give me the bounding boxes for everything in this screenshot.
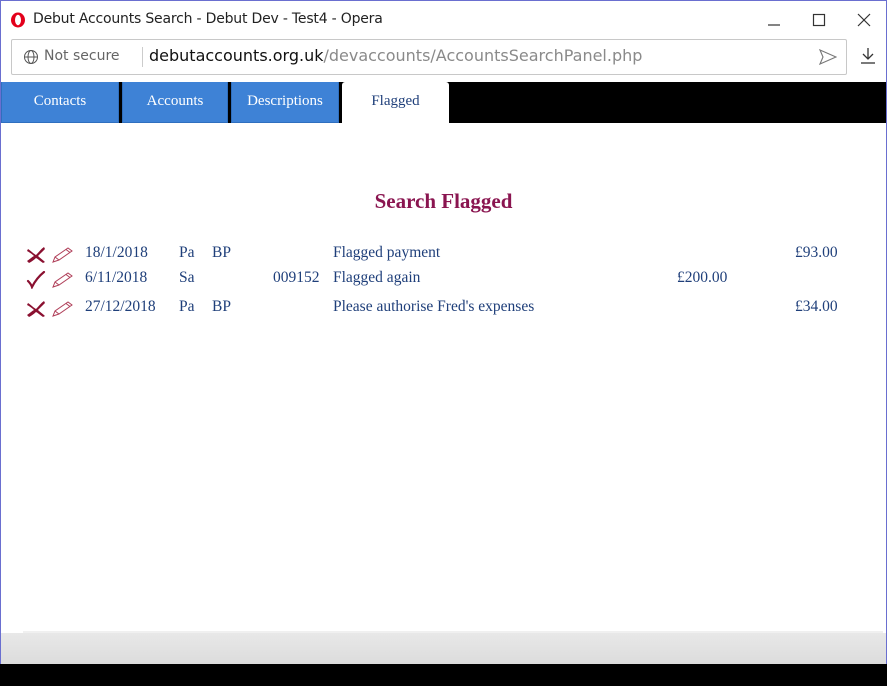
title-bar: Debut Accounts Search - Debut Dev - Test… xyxy=(1,1,886,39)
flagged-row: 27/12/2018 Pa BP Please authorise Fred's… xyxy=(1,298,886,320)
tab-contacts[interactable]: Contacts xyxy=(1,82,119,123)
maximize-button[interactable] xyxy=(796,1,842,39)
tab-flagged[interactable]: Flagged xyxy=(342,82,449,123)
tab-descriptions[interactable]: Descriptions xyxy=(231,82,339,123)
row-amount-out: £34.00 xyxy=(795,298,838,315)
row-type: Pa xyxy=(179,298,195,315)
row-code: BP xyxy=(212,298,231,315)
row-description: Please authorise Fred's expenses xyxy=(333,298,535,315)
pencil-icon[interactable] xyxy=(49,246,77,264)
address-bar: Not secure debutaccounts.org.uk/devaccou… xyxy=(1,39,886,81)
url-domain: debutaccounts.org.uk xyxy=(149,46,324,65)
browser-window: Debut Accounts Search - Debut Dev - Test… xyxy=(0,0,887,664)
row-description: Flagged payment xyxy=(333,244,441,261)
security-label[interactable]: Not secure xyxy=(44,48,120,64)
x-icon[interactable] xyxy=(26,300,46,318)
tab-bar: Contacts Accounts Descriptions Flagged xyxy=(1,82,886,123)
tab-accounts[interactable]: Accounts xyxy=(122,82,228,123)
x-icon[interactable] xyxy=(26,246,46,264)
flagged-row: 6/11/2018 Sa 009152 Flagged again £200.0… xyxy=(1,269,886,291)
main-content: Search Flagged 18/1/2018 Pa BP Flagged p… xyxy=(1,123,886,633)
row-date: 27/12/2018 xyxy=(85,298,156,315)
url-path: /devaccounts/AccountsSearchPanel.php xyxy=(323,46,643,65)
pencil-icon[interactable] xyxy=(49,271,77,289)
row-code: BP xyxy=(212,244,231,261)
check-icon[interactable] xyxy=(26,271,46,289)
address-separator xyxy=(142,47,143,67)
close-button[interactable] xyxy=(841,1,886,39)
row-date: 6/11/2018 xyxy=(85,269,148,286)
row-ref: 009152 xyxy=(273,269,320,286)
row-amount-out: £93.00 xyxy=(795,244,838,261)
url-text[interactable]: debutaccounts.org.uk/devaccounts/Account… xyxy=(149,46,642,65)
row-description: Flagged again xyxy=(333,269,421,286)
page-title: Search Flagged xyxy=(374,189,513,213)
flagged-row: 18/1/2018 Pa BP Flagged payment £93.00 xyxy=(1,244,886,266)
row-type: Pa xyxy=(179,244,195,261)
minimize-button[interactable] xyxy=(751,1,797,39)
row-amount-in: £200.00 xyxy=(677,269,728,286)
bottom-strip xyxy=(1,633,886,664)
download-icon[interactable] xyxy=(859,47,877,65)
close-icon xyxy=(857,13,871,27)
row-type: Sa xyxy=(179,269,195,286)
globe-icon xyxy=(24,50,38,64)
pencil-icon[interactable] xyxy=(49,300,77,318)
maximize-icon xyxy=(812,13,826,27)
row-date: 18/1/2018 xyxy=(85,244,148,261)
window-title: Debut Accounts Search - Debut Dev - Test… xyxy=(33,11,383,27)
opera-logo-icon xyxy=(11,12,25,28)
minimize-icon xyxy=(768,24,780,26)
url-field[interactable]: Not secure debutaccounts.org.uk/devaccou… xyxy=(11,39,847,75)
send-page-icon[interactable] xyxy=(819,49,837,65)
